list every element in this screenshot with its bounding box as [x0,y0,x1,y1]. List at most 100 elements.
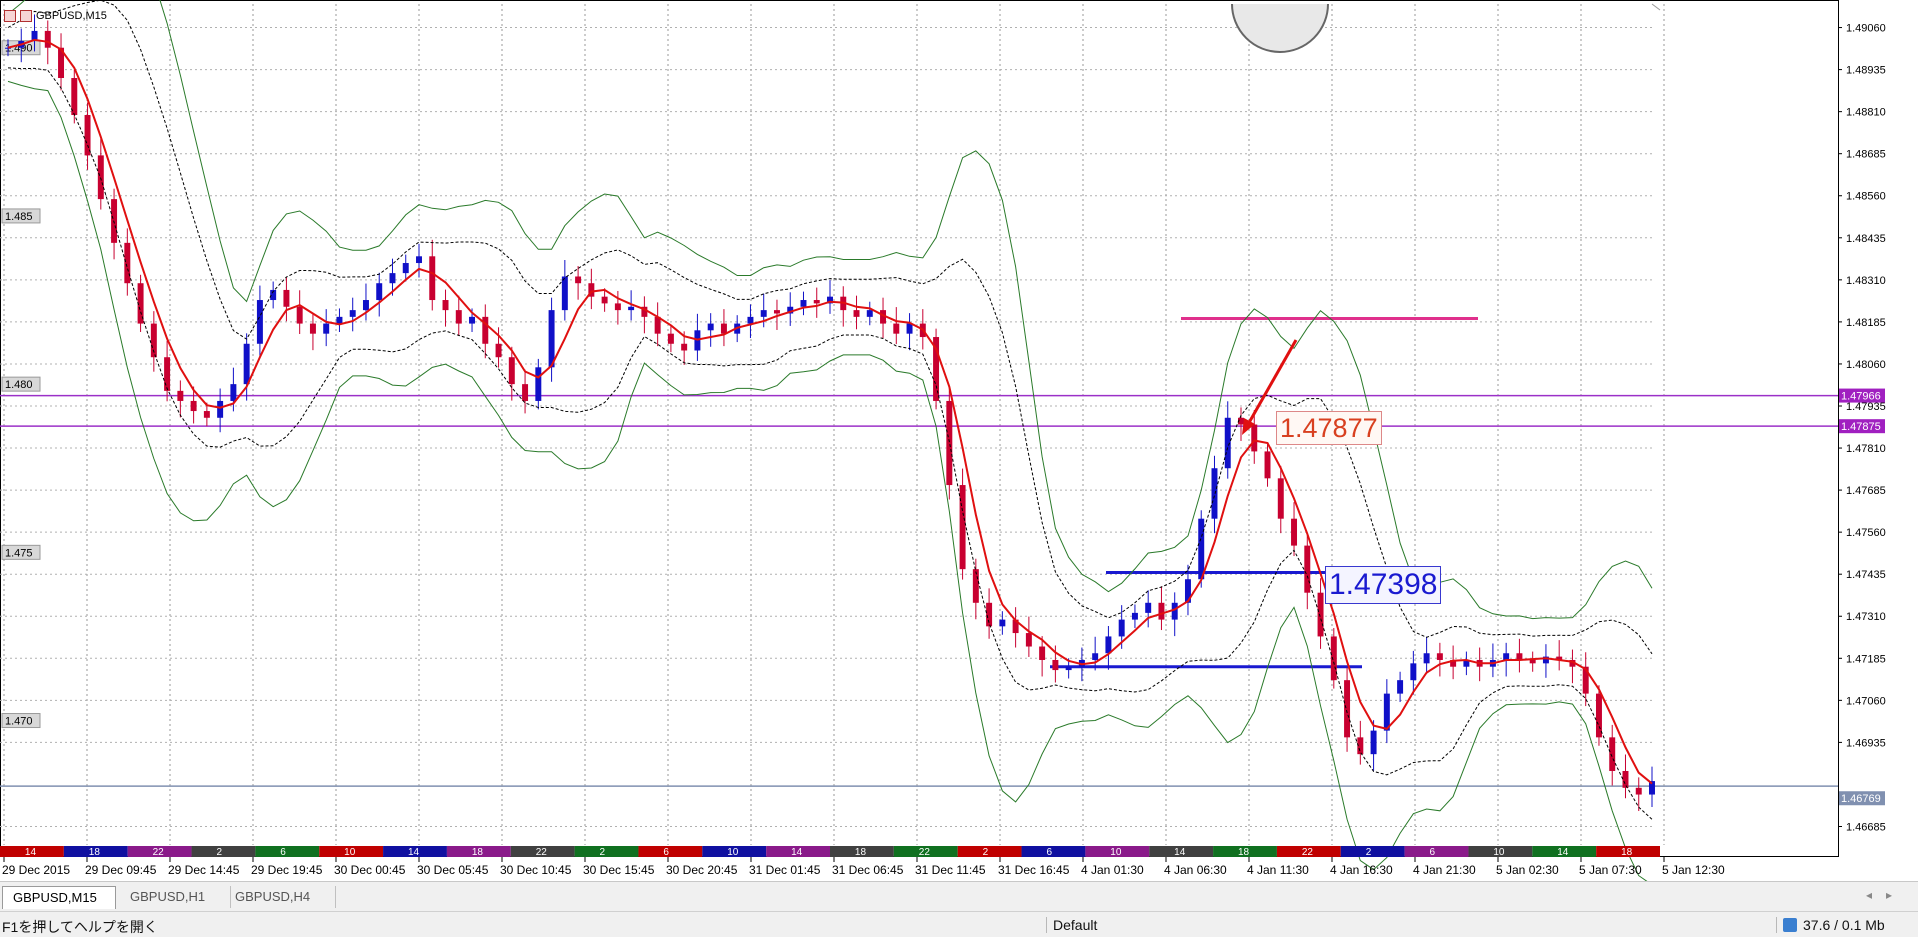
candle-body [1344,680,1351,738]
chart-window[interactable]: 1.49060 1.48935 1.48810 1.48685 1.48560 1.484… [0,0,1918,881]
annotation-blue-text: 1.47398 [1329,568,1438,601]
annotation-blue-price[interactable]: 1.47398 [1325,566,1442,604]
tab-scroll-arrows[interactable]: ◂▸ [1866,888,1906,902]
hour-bar-label: 14 [1557,847,1569,858]
hour-bar-label: 2 [216,847,222,858]
round-level-label: 1.485 [5,211,33,223]
hour-bar-label: 18 [472,847,484,858]
candle-body [800,300,807,307]
x-axis-tick-label: 30 Dec 20:45 [666,863,738,877]
candle-body [1025,633,1032,647]
hour-bar-label: 18 [855,847,867,858]
chart-menu-icon[interactable] [4,10,16,22]
candle-body [986,602,993,627]
status-traffic[interactable]: 37.6 / 0.1 Mb [1776,917,1885,933]
tab-label: GBPUSD,H4 [235,889,311,904]
moving-average-line [7,38,1653,785]
candle-body [707,323,714,331]
hour-bar-label: 10 [1110,847,1122,858]
candle-body [813,300,820,304]
candle-body [455,310,462,324]
candle-body [720,323,727,334]
hour-bar-label: 18 [1238,847,1250,858]
annotation-red-price[interactable]: 1.47877 [1276,411,1382,445]
x-axis-tick-label: 4 Jan 01:30 [1081,863,1144,877]
x-axis-tick-label: 30 Dec 10:45 [500,863,572,877]
candle-body [853,310,860,317]
candle-body [1304,545,1311,593]
hour-bar-label: 18 [1621,847,1633,858]
tab-scroll-left-icon[interactable]: ◂ [1866,888,1886,902]
hour-bar-segment [638,846,703,857]
x-axis-tick-label: 29 Dec 09:45 [85,863,157,877]
tab-gbpusd-m15[interactable]: GBPUSD,M15 [2,886,116,909]
price-chart[interactable]: 1.49060 1.48935 1.48810 1.48685 1.48560 1.484… [0,0,1918,881]
y-axis-tick-label: 1.47060 [1846,695,1886,707]
candle-body [177,390,184,401]
x-axis-tick-label: 4 Jan 21:30 [1413,863,1476,877]
y-axis-tick-label: 1.48685 [1846,149,1886,161]
hour-bar-label: 6 [280,847,286,858]
chart-tab-bar: GBPUSD,M15 GBPUSD,H1 GBPUSD,H4 ◂▸ [0,881,1918,912]
candle-body [999,619,1006,627]
status-profile-name[interactable]: Default [1046,917,1097,933]
hour-bar-segment [255,846,320,857]
x-axis-tick-label: 4 Jan 06:30 [1164,863,1227,877]
candle-body [44,30,51,48]
candle-body [681,343,688,351]
candle-body [1092,653,1099,660]
candle-body [614,303,621,311]
hour-bar-label: 22 [536,847,548,858]
y-axis-tick-label: 1.47310 [1846,611,1886,623]
x-axis-tick-label: 4 Jan 16:30 [1330,863,1393,877]
hour-bar-label: 10 [1493,847,1505,858]
candle-body [124,242,131,284]
y-axis-tick-label: 1.49060 [1846,23,1886,35]
hour-bar-label: 18 [89,847,101,858]
candle-body [760,310,767,317]
chart-menu-icon-2[interactable] [20,10,32,22]
x-axis-tick-label: 29 Dec 2015 [2,863,70,877]
candle-body [283,289,290,307]
y-axis-tick-label: 1.48060 [1846,359,1886,371]
traffic-text: 37.6 / 0.1 Mb [1803,917,1885,933]
candle-body [203,411,210,418]
candle-body [628,306,635,311]
candle-body [1595,693,1602,738]
hour-bar-label: 14 [25,847,37,858]
candle-body [1065,666,1072,671]
candle-body [97,155,104,200]
candle-body [1277,478,1284,519]
candle-body [1609,737,1616,771]
clock-widget-icon [1231,3,1329,53]
candle-body [1198,518,1205,580]
candle-body [575,276,582,284]
candle-body [1251,424,1258,452]
x-axis-tick-label: 5 Jan 12:30 [1662,863,1725,877]
tab-scroll-right-icon[interactable]: ▸ [1886,888,1906,902]
candle-body [1317,592,1324,637]
candle-body [1158,602,1165,620]
candle-body [429,256,436,301]
y-axis-tick-label: 1.48560 [1846,191,1886,203]
y-axis-tick-label: 1.48310 [1846,275,1886,287]
candle-body [362,300,369,311]
x-axis-tick-label: 30 Dec 15:45 [583,863,655,877]
candle-body [1264,451,1271,479]
tab-gbpusd-h4[interactable]: GBPUSD,H4 [225,886,336,908]
status-help-text: F1を押してヘルプを開く [2,919,158,935]
candle-body [1291,518,1298,546]
tab-gbpusd-h1[interactable]: GBPUSD,H1 [120,886,231,908]
y-axis-tick-label: 1.47560 [1846,527,1886,539]
current-price-label: 1.47875 [1841,421,1881,433]
current-price-label: 1.46769 [1841,793,1881,805]
current-price-label: 1.47966 [1841,391,1881,403]
x-axis-tick-label: 31 Dec 11:45 [915,863,986,877]
x-axis-tick-label: 31 Dec 01:45 [749,863,821,877]
candle-body [376,283,383,301]
bollinger-lower-outer [7,80,1648,881]
hour-bar-label: 22 [919,847,931,858]
round-level-label: 1.475 [5,547,33,559]
y-axis-tick-label: 1.47935 [1846,401,1886,413]
candle-body [1131,612,1138,620]
